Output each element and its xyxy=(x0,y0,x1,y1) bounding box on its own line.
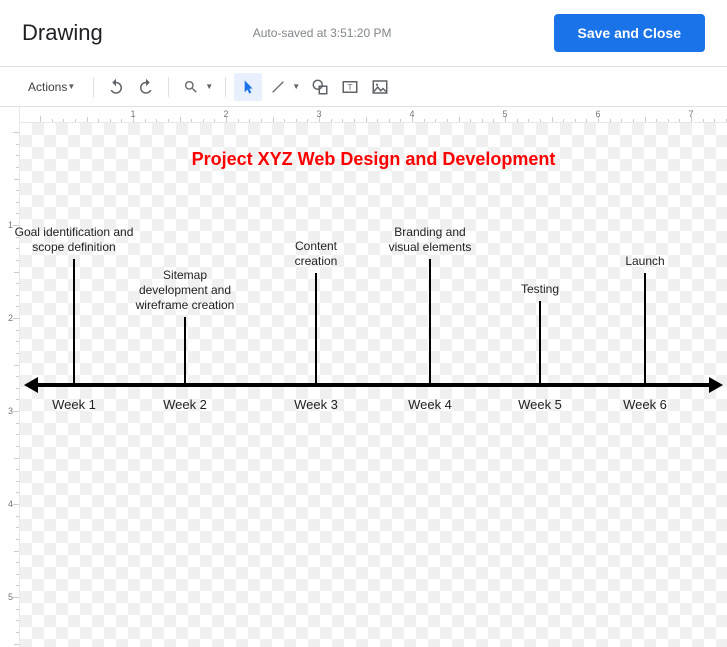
week-label: Week 5 xyxy=(518,397,562,412)
milestone-stem xyxy=(429,259,431,383)
milestone-label: Goal identification and scope definition xyxy=(9,225,139,255)
ruler-number: 4 xyxy=(8,499,13,509)
week-label: Week 6 xyxy=(623,397,667,412)
ruler-number: 1 xyxy=(130,109,135,119)
toolbar-separator xyxy=(168,77,169,97)
toolbar: Actions ▼ ▼ ▼ T xyxy=(0,67,727,107)
chevron-down-icon[interactable]: ▼ xyxy=(292,82,300,91)
milestone-stem xyxy=(184,317,186,383)
drawing-canvas[interactable]: Project XYZ Web Design and Development G… xyxy=(20,123,727,647)
actions-label: Actions xyxy=(28,80,67,94)
ruler-number: 6 xyxy=(595,109,600,119)
select-tool-button[interactable] xyxy=(234,73,262,101)
week-label: Week 2 xyxy=(163,397,207,412)
milestone-label: Branding and visual elements xyxy=(375,225,485,255)
horizontal-ruler: 1 2 3 4 5 6 7 xyxy=(20,107,727,123)
week-label: Week 4 xyxy=(408,397,452,412)
textbox-tool-button[interactable]: T xyxy=(336,73,364,101)
ruler-number: 4 xyxy=(409,109,414,119)
milestone: Branding and visual elements xyxy=(375,225,485,383)
redo-button[interactable] xyxy=(132,73,160,101)
svg-text:T: T xyxy=(348,83,353,92)
timeline-axis xyxy=(32,383,715,387)
milestone: Sitemap development and wireframe creati… xyxy=(125,268,245,383)
toolbar-separator xyxy=(93,77,94,97)
chevron-down-icon[interactable]: ▼ xyxy=(205,82,213,91)
milestone-label: Testing xyxy=(500,282,580,297)
actions-menu-button[interactable]: Actions ▼ xyxy=(22,76,85,98)
shape-tool-button[interactable] xyxy=(306,73,334,101)
milestone: Testing xyxy=(500,282,580,383)
save-and-close-button[interactable]: Save and Close xyxy=(554,14,706,52)
ruler-number: 5 xyxy=(502,109,507,119)
milestone-label: Launch xyxy=(605,254,685,269)
ruler-number: 3 xyxy=(8,406,13,416)
arrow-right-icon xyxy=(709,377,723,393)
milestone-stem xyxy=(73,259,75,383)
week-label: Week 3 xyxy=(294,397,338,412)
milestone: Content creation xyxy=(271,239,361,383)
milestone-stem xyxy=(644,273,646,383)
line-tool-button[interactable] xyxy=(264,73,292,101)
toolbar-separator xyxy=(225,77,226,97)
milestone-label: Content creation xyxy=(271,239,361,269)
image-tool-button[interactable] xyxy=(366,73,394,101)
milestone-stem xyxy=(539,301,541,383)
ruler-number: 5 xyxy=(8,592,13,602)
editor-area: 1 2 3 4 5 1 2 3 4 5 6 7 Project XYZ Web Design and… xyxy=(0,107,727,647)
undo-button[interactable] xyxy=(102,73,130,101)
dialog-header: Drawing Auto-saved at 3:51:20 PM Save an… xyxy=(0,0,727,67)
project-title: Project XYZ Web Design and Development xyxy=(20,149,727,170)
canvas-wrap: 1 2 3 4 5 6 7 Project XYZ Web Design and Devel… xyxy=(20,107,727,647)
dialog-title: Drawing xyxy=(22,20,103,46)
milestone-label: Sitemap development and wireframe creati… xyxy=(125,268,245,313)
ruler-number: 3 xyxy=(316,109,321,119)
milestone-stem xyxy=(315,273,317,383)
milestone: Goal identification and scope definition xyxy=(9,225,139,383)
ruler-number: 7 xyxy=(688,109,693,119)
zoom-button[interactable] xyxy=(177,73,205,101)
autosave-status: Auto-saved at 3:51:20 PM xyxy=(253,26,554,40)
milestone: Launch xyxy=(605,254,685,383)
chevron-down-icon: ▼ xyxy=(67,82,75,91)
week-label: Week 1 xyxy=(52,397,96,412)
ruler-number: 2 xyxy=(223,109,228,119)
